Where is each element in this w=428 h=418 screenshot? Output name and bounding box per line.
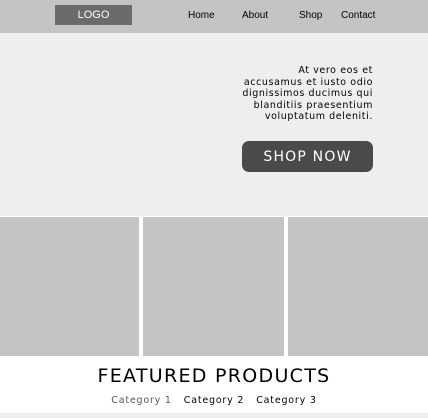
nav-shop-link[interactable]: Shop (299, 10, 322, 21)
product-tile-2[interactable] (143, 217, 284, 356)
category-tab-3[interactable]: Category 3 (256, 395, 316, 406)
header: LOGO Home About Shop Contact (0, 0, 428, 33)
nav-about-link[interactable]: About (242, 10, 268, 21)
hero-text: At vero eos et accusamus et iusto odio d… (242, 65, 373, 122)
product-tile-1[interactable] (0, 217, 139, 356)
hero-banner: At vero eos et accusamus et iusto odio d… (0, 33, 428, 216)
category-tab-2[interactable]: Category 2 (184, 395, 244, 406)
nav-home-link[interactable]: Home (188, 10, 215, 21)
page: LOGO Home About Shop Contact At vero eos… (0, 0, 428, 418)
product-tile-3[interactable] (288, 217, 428, 356)
category-tabs: Category 1 Category 2 Category 3 (0, 395, 428, 406)
bottom-strip (0, 413, 428, 418)
shop-now-button[interactable]: SHOP NOW (242, 141, 373, 172)
featured-products-title: FEATURED PRODUCTS (97, 365, 331, 387)
category-tab-1[interactable]: Category 1 (111, 395, 171, 406)
logo[interactable]: LOGO (55, 5, 132, 25)
nav-contact-link[interactable]: Contact (341, 10, 375, 21)
